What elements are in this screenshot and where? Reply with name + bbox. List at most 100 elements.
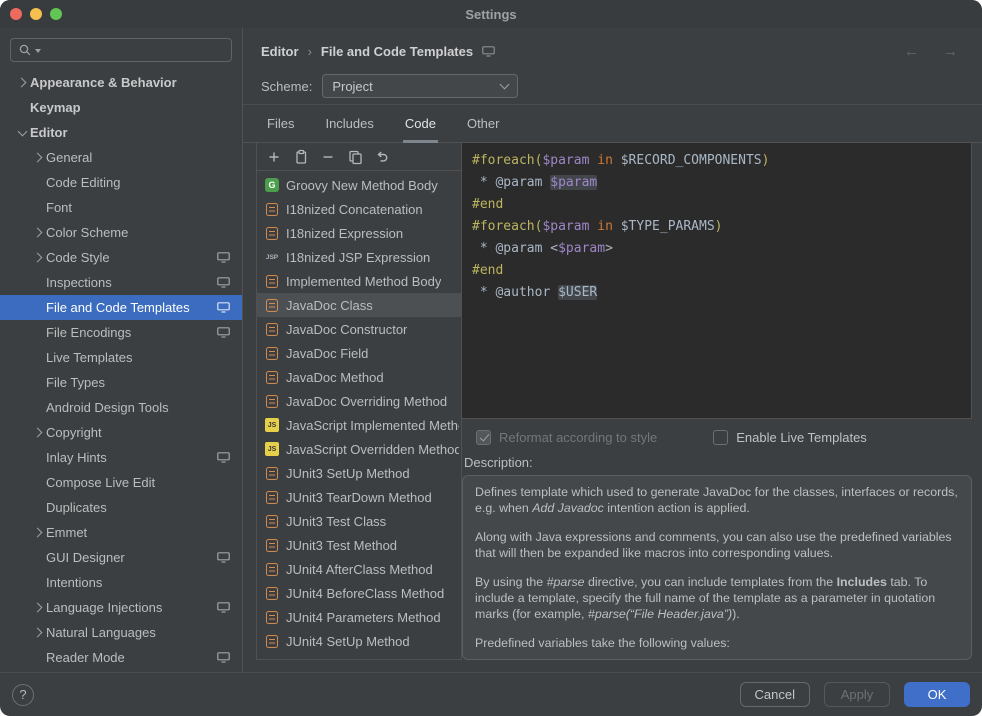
sidebar-item[interactable]: Compose Live Edit [0,470,242,495]
sidebar-item[interactable]: Keymap [0,95,242,120]
chevron-down-icon [500,80,510,90]
settings-search[interactable] [10,38,232,62]
sidebar-item[interactable]: Natural Languages [0,620,242,645]
description-panel[interactable]: Defines template which used to generate … [462,475,972,660]
template-list-item[interactable]: JS JavaScript Implemented Method [257,413,461,437]
sidebar-item[interactable]: Code Editing [0,170,242,195]
template-list-item[interactable]: JUnit3 TearDown Method [257,485,461,509]
fullscreen-button[interactable] [50,8,62,20]
reformat-checkbox[interactable]: Reformat according to style [476,430,657,445]
sidebar-item[interactable]: Language Injections [0,595,242,620]
minimize-button[interactable] [30,8,42,20]
tab[interactable]: Files [265,116,296,143]
template-name: I18nized Expression [286,226,403,241]
settings-tree[interactable]: Appearance & Behavior Keymap Editor [0,70,242,672]
breadcrumb-editor[interactable]: Editor [261,44,299,59]
file-type-icon: JSP [265,250,279,264]
template-list[interactable]: G Groovy New Method Body I18nized Concat… [257,171,461,659]
monitor-icon [217,452,230,463]
template-name: JavaDoc Field [286,346,368,361]
sidebar-item[interactable]: Duplicates [0,495,242,520]
template-name: JUnit4 BeforeClass Method [286,586,444,601]
back-arrow-icon[interactable]: ← [904,43,919,60]
template-list-item[interactable]: JS JavaScript Overridden Method [257,437,461,461]
template-list-item[interactable]: JavaDoc Field [257,341,461,365]
sidebar-item-label: Inlay Hints [46,450,107,465]
close-button[interactable] [10,8,22,20]
file-type-icon [266,395,278,408]
template-list-item[interactable]: I18nized Concatenation [257,197,461,221]
sidebar-item[interactable]: File Encodings [0,320,242,345]
template-list-item[interactable]: JavaDoc Method [257,365,461,389]
template-list-item[interactable]: G Groovy New Method Body [257,173,461,197]
template-list-item[interactable]: JUnit3 Test Method [257,533,461,557]
description-paragraph: Defines template which used to generate … [475,484,959,516]
description-paragraph: By using the #parse directive, you can i… [475,574,959,622]
scheme-select[interactable]: Project [322,74,518,98]
copy-icon[interactable] [344,146,366,168]
tab[interactable]: Other [465,116,502,143]
template-name: JUnit4 SetUp Method [286,634,410,649]
file-type-icon [266,227,278,240]
template-code-editor[interactable]: #foreach($param in $RECORD_COMPONENTS) *… [462,143,972,419]
sidebar-item[interactable]: General [0,145,242,170]
template-list-item[interactable]: JavaDoc Overriding Method [257,389,461,413]
sidebar-item[interactable]: Color Scheme [0,220,242,245]
template-list-item[interactable]: JUnit3 SetUp Method [257,461,461,485]
sidebar-item[interactable]: Appearance & Behavior [0,70,242,95]
file-type-icon [266,275,278,288]
template-name: JUnit4 AfterClass Method [286,562,433,577]
sidebar-item[interactable]: File and Code Templates [0,295,242,320]
monitor-icon [217,552,230,563]
sidebar-item[interactable]: Reader Mode [0,645,242,670]
description-label: Description: [462,449,972,475]
plus-icon[interactable] [263,146,285,168]
template-list-item[interactable]: JSP I18nized JSP Expression [257,245,461,269]
file-type-icon [266,587,278,600]
settings-window: Settings Appearance & Behavior [0,0,982,716]
search-input[interactable] [44,43,224,57]
ok-button[interactable]: OK [904,682,970,707]
template-list-item[interactable]: JavaDoc Constructor [257,317,461,341]
sidebar-item[interactable]: Emmet [0,520,242,545]
template-list-item[interactable]: JUnit4 SetUp Method [257,629,461,653]
cancel-button[interactable]: Cancel [740,682,810,707]
sidebar-item[interactable]: Copyright [0,420,242,445]
template-list-item[interactable]: JUnit4 AfterClass Method [257,557,461,581]
file-type-icon [266,323,278,336]
forward-arrow-icon[interactable]: → [943,43,958,60]
sidebar-item[interactable]: Inlay Hints [0,445,242,470]
paste-icon[interactable] [290,146,312,168]
file-type-icon [266,371,278,384]
tab[interactable]: Includes [323,116,375,143]
template-list-item[interactable]: I18nized Expression [257,221,461,245]
tab[interactable]: Code [403,116,438,143]
template-list-item[interactable]: JUnit4 Parameters Method [257,605,461,629]
enable-live-templates-label: Enable Live Templates [736,430,867,445]
sidebar-item[interactable]: Font [0,195,242,220]
undo-icon[interactable] [371,146,393,168]
template-list-item[interactable]: JUnit3 Test Class [257,509,461,533]
sidebar-item[interactable]: Editor [0,120,242,145]
minus-icon[interactable] [317,146,339,168]
template-name: JavaScript Implemented Method [286,418,459,433]
sidebar-item[interactable]: Inspections [0,270,242,295]
sidebar-item-label: Reader Mode [46,650,125,665]
sidebar-item[interactable]: Code Style [0,245,242,270]
enable-live-templates-checkbox[interactable]: Enable Live Templates [713,430,867,445]
help-button[interactable]: ? [12,684,34,706]
file-type-icon [266,563,278,576]
sidebar-item[interactable]: GUI Designer [0,545,242,570]
sidebar-item-label: Inspections [46,275,112,290]
sidebar-item[interactable]: File Types [0,370,242,395]
sidebar-item[interactable]: Android Design Tools [0,395,242,420]
sidebar-item[interactable]: Live Templates [0,345,242,370]
scheme-value: Project [332,79,372,94]
sidebar-item[interactable]: Intentions [0,570,242,595]
template-name: JUnit4 Parameters Method [286,610,441,625]
template-list-item[interactable]: JUnit4 BeforeClass Method [257,581,461,605]
apply-button[interactable]: Apply [824,682,890,707]
template-list-item[interactable]: JavaDoc Class [257,293,461,317]
file-type-icon [266,611,278,624]
template-list-item[interactable]: Implemented Method Body [257,269,461,293]
